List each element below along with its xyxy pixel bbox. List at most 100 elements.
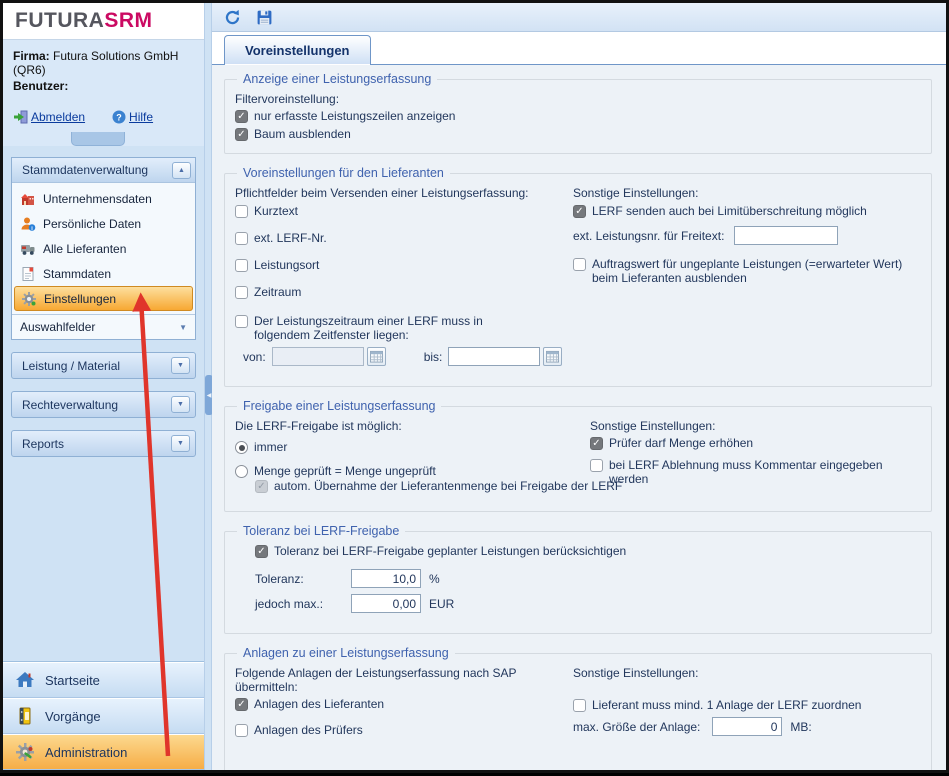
sidebar-item-startseite[interactable]: Startseite bbox=[3, 662, 204, 698]
auftragswert-label: Auftragswert für ungeplante Leistungen (… bbox=[592, 257, 903, 285]
von-date-input[interactable] bbox=[272, 347, 364, 366]
group-label: Rechteverwaltung bbox=[22, 398, 118, 412]
toolbar bbox=[212, 3, 946, 32]
section-lieferant: Voreinstellungen für den Lieferanten Pfl… bbox=[224, 166, 932, 387]
bis-label: bis: bbox=[424, 350, 443, 364]
section-lieferant-legend: Voreinstellungen für den Lieferanten bbox=[237, 166, 450, 180]
anlagen-pruefers-checkbox[interactable] bbox=[235, 724, 248, 737]
immer-radio[interactable] bbox=[235, 441, 248, 454]
collapse-handle-top[interactable] bbox=[71, 132, 125, 146]
help-icon: ? bbox=[111, 109, 127, 125]
sidebar-item-label: Einstellungen bbox=[44, 292, 116, 306]
zeitraum-checkbox[interactable] bbox=[235, 286, 248, 299]
section-anlagen-legend: Anlagen zu einer Leistungserfassung bbox=[237, 646, 455, 660]
sidebar-item-unternehmensdaten[interactable]: Unternehmensdaten bbox=[14, 186, 193, 211]
limit-label: LERF senden auch bei Limitüberschreitung… bbox=[592, 204, 867, 218]
sidebar-item-einstellungen[interactable]: Einstellungen bbox=[14, 286, 193, 311]
calendar-icon bbox=[546, 350, 559, 363]
nur-erfasste-checkbox[interactable]: ✓ bbox=[235, 110, 248, 123]
sonstige-label: Sonstige Einstellungen: bbox=[573, 186, 698, 200]
help-link[interactable]: ? Hilfe bbox=[111, 109, 153, 125]
leistungsort-label: Leistungsort bbox=[254, 258, 319, 272]
toleranz-label: Toleranz: bbox=[255, 572, 351, 586]
header-collapse-area bbox=[3, 132, 204, 146]
admin-gear-icon bbox=[15, 742, 35, 762]
mind-anlage-checkbox[interactable] bbox=[573, 699, 586, 712]
autom-uebernahme-checkbox[interactable]: ✓ bbox=[255, 480, 268, 493]
leistungsort-checkbox[interactable] bbox=[235, 259, 248, 272]
refresh-icon bbox=[224, 9, 241, 26]
chevron-down-icon: ▼ bbox=[177, 440, 184, 447]
menge-geprueft-label: Menge geprüft = Menge ungeprüft bbox=[254, 464, 436, 478]
ext-lerf-nr-checkbox[interactable] bbox=[235, 232, 248, 245]
kurztext-checkbox[interactable] bbox=[235, 205, 248, 218]
sidebar-splitter[interactable]: ◀ bbox=[204, 3, 212, 770]
ablehnung-kommentar-checkbox[interactable] bbox=[590, 459, 603, 472]
bis-calendar-button[interactable] bbox=[543, 347, 562, 366]
save-icon bbox=[256, 9, 273, 26]
freigabe-moeglich-label: Die LERF-Freigabe ist möglich: bbox=[235, 419, 402, 433]
sidebar: FUTURASRM Firma: Futura Solutions GmbH (… bbox=[3, 3, 204, 770]
group-header-rechteverwaltung[interactable]: Rechteverwaltung ▼ bbox=[11, 391, 196, 418]
bis-date-input[interactable] bbox=[448, 347, 540, 366]
building-icon bbox=[20, 191, 36, 207]
freitext-input[interactable] bbox=[734, 226, 838, 245]
ext-lerf-nr-label: ext. LERF-Nr. bbox=[254, 231, 327, 245]
sidebar-item-administration[interactable]: Administration bbox=[3, 734, 204, 770]
limit-checkbox[interactable]: ✓ bbox=[573, 205, 586, 218]
sidebar-item-alle-lieferanten[interactable]: Alle Lieferanten bbox=[14, 236, 193, 261]
collapse-up-button[interactable]: ▲ bbox=[172, 162, 191, 179]
group-header-stammdatenverwaltung[interactable]: Stammdatenverwaltung ▲ bbox=[12, 158, 195, 183]
sidebar-item-persoenliche-daten[interactable]: i Persönliche Daten bbox=[14, 211, 193, 236]
section-toleranz-legend: Toleranz bei LERF-Freigabe bbox=[237, 524, 405, 538]
toleranz-checkbox[interactable]: ✓ bbox=[255, 545, 268, 558]
expand-down-button[interactable]: ▼ bbox=[171, 396, 190, 413]
jedoch-max-unit: EUR bbox=[429, 597, 454, 611]
tab-voreinstellungen[interactable]: Voreinstellungen bbox=[224, 35, 371, 65]
sidebar-item-label: Unternehmensdaten bbox=[43, 192, 152, 206]
groesse-unit: MB: bbox=[790, 720, 811, 734]
toleranz-cb-label: Toleranz bei LERF-Freigabe geplanter Lei… bbox=[274, 544, 626, 558]
toleranz-input[interactable] bbox=[351, 569, 421, 588]
save-button[interactable] bbox=[254, 7, 274, 27]
logo: FUTURASRM bbox=[3, 3, 204, 40]
groesse-input[interactable] bbox=[712, 717, 782, 736]
firma-line: Firma: Futura Solutions GmbH (QR6) bbox=[13, 49, 194, 77]
svg-text:?: ? bbox=[116, 113, 122, 123]
benutzer-label: Benutzer: bbox=[13, 79, 68, 93]
expand-down-button[interactable]: ▼ bbox=[171, 435, 190, 452]
jedoch-max-input[interactable] bbox=[351, 594, 421, 613]
baum-ausblenden-checkbox[interactable]: ✓ bbox=[235, 128, 248, 141]
kurztext-label: Kurztext bbox=[254, 204, 298, 218]
firma-label: Firma: bbox=[13, 49, 50, 63]
auswahlfelder-label: Auswahlfelder bbox=[20, 320, 95, 334]
mind-anlage-label: Lieferant muss mind. 1 Anlage der LERF z… bbox=[592, 698, 861, 712]
refresh-button[interactable] bbox=[222, 7, 242, 27]
anlagen-pruefers-label: Anlagen des Prüfers bbox=[254, 723, 363, 737]
auftragswert-checkbox[interactable] bbox=[573, 258, 586, 271]
filter-label: Filtervoreinstellung: bbox=[235, 92, 339, 106]
auswahlfelder-dropdown[interactable]: Auswahlfelder ▼ bbox=[12, 314, 195, 339]
pruefer-menge-checkbox[interactable]: ✓ bbox=[590, 437, 603, 450]
zeitfenster-checkbox[interactable] bbox=[235, 315, 248, 328]
logout-link[interactable]: Abmelden bbox=[13, 109, 85, 125]
expand-down-button[interactable]: ▼ bbox=[171, 357, 190, 374]
bottom-item-label: Startseite bbox=[45, 673, 100, 688]
group-header-leistung-material[interactable]: Leistung / Material ▼ bbox=[11, 352, 196, 379]
main-panel: Voreinstellungen Anzeige einer Leistungs… bbox=[212, 3, 946, 770]
zeitfenster-label: Der Leistungszeitraum einer LERF muss in… bbox=[254, 314, 535, 342]
sidebar-item-stammdaten[interactable]: Stammdaten bbox=[14, 261, 193, 286]
von-label: von: bbox=[243, 350, 266, 364]
anlagen-lieferant-checkbox[interactable]: ✓ bbox=[235, 698, 248, 711]
sidebar-item-vorgaenge[interactable]: Vorgänge bbox=[3, 698, 204, 734]
nur-erfasste-label: nur erfasste Leistungszeilen anzeigen bbox=[254, 109, 455, 123]
menge-geprueft-radio[interactable] bbox=[235, 465, 248, 478]
von-calendar-button[interactable] bbox=[367, 347, 386, 366]
group-header-reports[interactable]: Reports ▼ bbox=[11, 430, 196, 457]
logo-text-primary: FUTURA bbox=[15, 9, 104, 32]
group-title: Stammdatenverwaltung bbox=[22, 163, 148, 177]
sidebar-item-label: Stammdaten bbox=[43, 267, 111, 281]
group-label: Reports bbox=[22, 437, 64, 451]
chevron-up-icon: ▲ bbox=[178, 167, 185, 174]
document-icon bbox=[20, 266, 36, 282]
